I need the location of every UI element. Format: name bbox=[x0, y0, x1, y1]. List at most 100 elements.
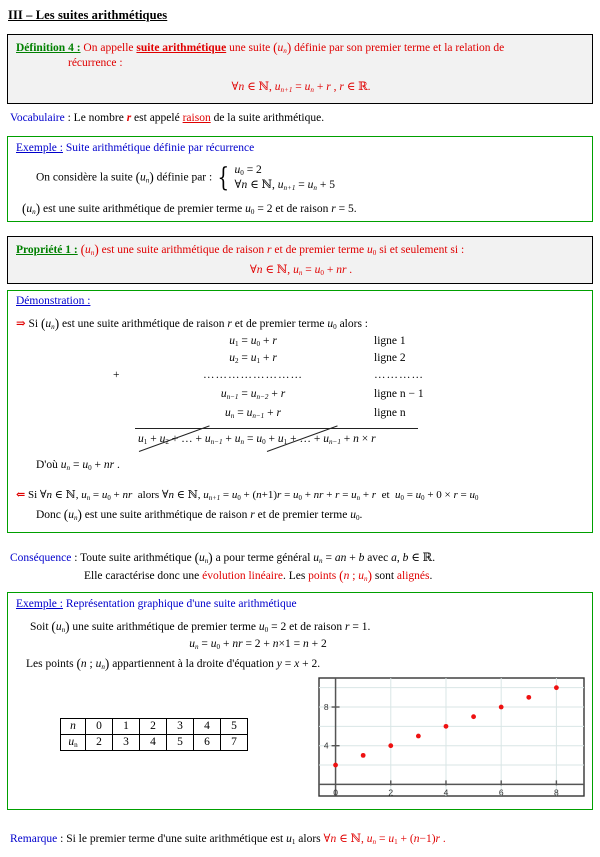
table-cell: 4 bbox=[139, 734, 167, 751]
example-graph-box: Exemple : Représentation graphique d'une… bbox=[7, 592, 593, 810]
consequence-line2-text-2: . Les bbox=[282, 569, 309, 582]
example2-label: Exemple : bbox=[16, 598, 63, 610]
table-cell: 3 bbox=[166, 718, 194, 735]
line-label-text: ………… bbox=[374, 369, 424, 381]
demonstration-direct-text-2: est une suite arithmétique de raison bbox=[59, 318, 228, 330]
example2-line-2: Les points (n ; un) appartiennent à la d… bbox=[26, 656, 321, 671]
definition-line-1: Définition 4 : On appelle suite arithmét… bbox=[16, 40, 505, 55]
data-point bbox=[415, 733, 421, 739]
demonstration-conclusion: D'où un = u0 + nr . bbox=[36, 459, 120, 472]
consequence-text-1: Toute suite arithmétique bbox=[80, 552, 195, 564]
remarque-text-2: alors bbox=[295, 833, 324, 845]
demonstration-equation-1: u1 = u0 + r bbox=[229, 335, 277, 348]
consequence-keyword-alignes: alignés bbox=[396, 569, 430, 582]
remarque-text-1: Si le premier terme d'une suite arithmét… bbox=[66, 833, 287, 845]
demonstration-direct-text-1: Si bbox=[25, 318, 41, 330]
example2-text-1d: et de raison bbox=[286, 620, 345, 633]
table-header-un: un bbox=[60, 734, 86, 751]
cell-text: 3 bbox=[177, 720, 183, 732]
x-tick-label: 4 bbox=[444, 787, 449, 797]
cell-text: 3 bbox=[123, 736, 129, 748]
consequence-line-2: Elle caractérise donc une évolution liné… bbox=[84, 568, 433, 583]
plus-sign-text: + bbox=[113, 369, 120, 381]
property-text-2: et de premier terme bbox=[271, 243, 367, 256]
definition-text-3: définie par son premier terme et la rela… bbox=[291, 41, 505, 54]
line-label-text: ligne 2 bbox=[374, 352, 406, 364]
demonstration-reverse-line: ⇐ Si ∀n ∈ ℕ, un = u0 + nr alors ∀n ∈ ℕ, … bbox=[16, 489, 479, 502]
example1-text-1: On considère la suite bbox=[36, 171, 136, 184]
vocabulaire-label: Vocabulaire bbox=[10, 112, 65, 124]
remarque-line: Remarque : Si le premier terme d'une sui… bbox=[10, 833, 446, 846]
document-page: III – Les suites arithmétiques Définitio… bbox=[0, 0, 600, 857]
table-cell: 3 bbox=[112, 734, 140, 751]
sum-separator-line bbox=[135, 428, 418, 429]
vocabulaire-colon: : bbox=[64, 112, 74, 124]
demonstration-direct-line: ⇒ Si (un) est une suite arithmétique de … bbox=[16, 316, 368, 332]
property-label: Propriété 1 : bbox=[16, 243, 78, 256]
header-n-text: n bbox=[70, 720, 76, 732]
example1-title: Suite arithmétique définie par récurrenc… bbox=[65, 142, 255, 154]
example1-text-2c: et de raison bbox=[272, 202, 332, 215]
data-point bbox=[333, 762, 338, 768]
cell-text: 6 bbox=[204, 736, 210, 748]
table-header-n: n bbox=[60, 718, 86, 735]
example1-system-row-1: u0 = 2 bbox=[234, 164, 262, 177]
demonstration-label: Démonstration : bbox=[16, 295, 91, 307]
consequence-colon: : bbox=[71, 552, 81, 564]
cell-text: 5 bbox=[231, 720, 237, 732]
cell-text: 2 bbox=[96, 736, 102, 748]
dots-text: …………………… bbox=[203, 369, 303, 381]
remarque-colon: : bbox=[57, 833, 67, 845]
table-cell: 2 bbox=[139, 718, 167, 735]
demonstration-line-label-5: ligne n bbox=[374, 407, 406, 419]
example1-line-1: On considère la suite (un) définie par :… bbox=[36, 162, 335, 193]
left-brace-icon: { bbox=[217, 162, 230, 193]
definition-text-2: une suite bbox=[226, 41, 274, 54]
vocabulaire-text-2: est appelé bbox=[131, 112, 183, 124]
consequence-line2-period: . bbox=[429, 569, 433, 582]
x-tick-label: 2 bbox=[388, 787, 393, 797]
cell-text: 1 bbox=[123, 720, 129, 732]
example1-text-2a: est une suite arithmétique de premier te… bbox=[40, 202, 246, 215]
scatter-plot-svg: 0 2 4 6 8 4 8 bbox=[318, 677, 585, 797]
example2-title: Représentation graphique d'une suite ari… bbox=[65, 598, 297, 610]
vocabulaire-keyword: raison bbox=[182, 112, 211, 124]
example1-text-1b: définie par : bbox=[153, 171, 213, 184]
table-cell: 2 bbox=[85, 734, 113, 751]
table-cell: 0 bbox=[85, 718, 113, 735]
page-title: III – Les suites arithmétiques bbox=[8, 8, 168, 22]
consequence-line-1: Conséquence : Toute suite arithmétique (… bbox=[10, 550, 436, 566]
plot-frame bbox=[318, 677, 585, 797]
vocabulaire-text-3: de la suite arithmétique. bbox=[210, 112, 325, 124]
demonstration-direct-text-4: alors : bbox=[336, 318, 368, 330]
definition-text-4: récurrence : bbox=[68, 57, 123, 69]
x-tick-label: 6 bbox=[499, 787, 504, 797]
cell-text: 5 bbox=[177, 736, 183, 748]
x-tick-label: 0 bbox=[333, 787, 338, 797]
consequence-keyword-evolution: évolution linéaire bbox=[202, 569, 283, 582]
consequence-keyword-points: points bbox=[308, 569, 337, 582]
table-cell: 5 bbox=[166, 734, 194, 751]
consequence-text-3: avec bbox=[364, 552, 392, 564]
consequence-label: Conséquence bbox=[10, 552, 72, 564]
y-tick-label: 8 bbox=[324, 702, 329, 712]
demonstration-plus-sign: + bbox=[113, 369, 120, 381]
definition-line-2: récurrence : bbox=[68, 57, 123, 69]
line-label-text: ligne n bbox=[374, 407, 406, 419]
consequence-text-2: a pour terme général bbox=[212, 552, 314, 564]
example2-text-2c: appartiennent à la droite d'équation bbox=[109, 657, 277, 670]
data-point bbox=[388, 743, 394, 749]
consequence-line2-text-4: sont bbox=[374, 569, 397, 582]
demonstration-reverse-conclusion: Donc (un) est une suite arithmétique de … bbox=[36, 507, 363, 522]
cell-text: 4 bbox=[204, 720, 210, 732]
demonstration-equation-3: …………………… bbox=[163, 369, 343, 381]
example1-system-row-2: ∀n ∈ ℕ, un+1 = un + 5 bbox=[234, 179, 335, 192]
vocabulaire-text-1: Le nombre bbox=[73, 112, 127, 124]
demonstration-direct-text-3: et de premier terme bbox=[231, 318, 328, 330]
example-recurrence-box: Exemple : Suite arithmétique définie par… bbox=[7, 136, 593, 222]
cell-text: 2 bbox=[150, 720, 156, 732]
demonstration-box: Démonstration : ⇒ Si (un) est une suite … bbox=[7, 290, 593, 533]
definition-label: Définition 4 : bbox=[16, 41, 81, 54]
example1-line-2: (un) est une suite arithmétique de premi… bbox=[22, 201, 357, 216]
table-cell: 5 bbox=[220, 718, 248, 735]
